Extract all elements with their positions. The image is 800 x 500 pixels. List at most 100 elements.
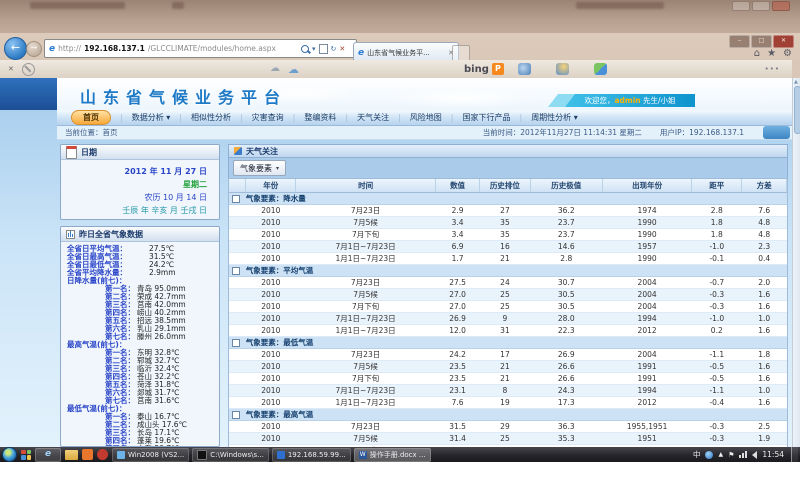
group-expand-cell[interactable]: [229, 337, 246, 349]
taskbar-button-label: C:\Windows\s...: [210, 451, 264, 459]
app-grid-icon[interactable]: [21, 450, 31, 460]
back-button[interactable]: ←: [4, 37, 27, 60]
group-row[interactable]: 气象要素：平均气温: [229, 265, 787, 277]
group-row[interactable]: 气象要素：最低气温: [229, 337, 787, 349]
show-hidden-icons[interactable]: ▲: [718, 451, 723, 458]
cell: 1994: [603, 313, 692, 325]
favorites-star-icon[interactable]: ★: [767, 48, 776, 59]
toolbar-overflow-icon[interactable]: •••: [765, 65, 780, 73]
search-dropdown-icon[interactable]: ▾: [312, 45, 316, 53]
cell: 1月1日~7月23日: [296, 253, 435, 265]
volume-icon[interactable]: [752, 451, 757, 459]
scroll-up-icon[interactable]: ▲: [794, 79, 798, 85]
cell: 2.0: [742, 277, 787, 289]
cell: 2.5: [742, 421, 787, 433]
taskbar-app-orange[interactable]: [82, 449, 93, 460]
nav-item-2[interactable]: 相似性分析: [191, 112, 231, 123]
cell: 1月1日~7月23日: [296, 325, 435, 337]
cell: 27.0: [435, 289, 480, 301]
cell: 2.9: [435, 205, 480, 217]
cell: 1.9: [742, 433, 787, 445]
forward-button[interactable]: →: [26, 41, 42, 57]
cell: -1.1: [692, 385, 742, 397]
cell: 17.3: [530, 397, 602, 409]
column-header: 时间: [296, 179, 435, 193]
taskbar-ie-button[interactable]: e: [35, 448, 61, 462]
nav-item-5[interactable]: 天气关注: [357, 112, 389, 123]
nav-item-6[interactable]: 风险地图: [410, 112, 442, 123]
address-bar[interactable]: e http://192.168.137.1/GLCCLIMATE/module…: [44, 39, 308, 58]
cell: 2010: [246, 289, 296, 301]
cell: 36.2: [530, 205, 602, 217]
taskbar-window-button[interactable]: C:\Windows\s...: [192, 448, 269, 462]
action-center-flag-icon[interactable]: ⚑: [728, 451, 734, 459]
taskbar-buttons: Win2008 (VS2... C:\Windows\s... 192.168.59…: [112, 448, 431, 462]
cell: 25: [480, 301, 530, 313]
group-row[interactable]: 气象要素：最高气温: [229, 409, 787, 421]
compatibility-view-icon[interactable]: [319, 44, 328, 54]
taskbar-window-button[interactable]: 192.168.59.99...: [272, 448, 351, 462]
show-desktop-button[interactable]: [791, 447, 798, 462]
taskbar-window-button[interactable]: Win2008 (VS2...: [112, 448, 189, 462]
nav-item-0[interactable]: 首页: [71, 110, 111, 125]
cell: 1955,1951: [603, 421, 692, 433]
column-header: 历史极值: [530, 179, 602, 193]
taskbar-app-red[interactable]: [97, 449, 108, 460]
cell: 1.6: [742, 373, 787, 385]
clock[interactable]: 11:54: [762, 450, 784, 459]
addon-close-icon[interactable]: ✕: [8, 65, 14, 73]
cell: 1.6: [742, 289, 787, 301]
start-button[interactable]: [2, 447, 17, 462]
home-icon[interactable]: ⌂: [754, 48, 760, 59]
close-button[interactable]: ✕: [773, 35, 794, 48]
cell: -0.7: [692, 277, 742, 289]
taskbar-explorer-button[interactable]: [65, 450, 78, 460]
expand-checkbox-icon[interactable]: [232, 411, 240, 419]
taskbar-window-button[interactable]: W操作手册.docx ...: [354, 448, 431, 462]
data-chart-icon: [66, 230, 75, 239]
vertical-scrollbar[interactable]: ▲: [792, 78, 800, 447]
nav-item-4[interactable]: 整编资料: [304, 112, 336, 123]
row-expand-cell: [229, 361, 246, 373]
cell: 2010: [246, 385, 296, 397]
weather-element-dropdown-button[interactable]: 气象要素 ▾: [233, 160, 286, 176]
scrollbar-thumb[interactable]: [794, 86, 800, 134]
breadcrumb: 当前位置：首页: [65, 127, 118, 138]
group-expand-cell[interactable]: [229, 193, 246, 205]
nav-item-1[interactable]: 数据分析 ▾: [132, 112, 171, 123]
bing-app-icon[interactable]: P: [492, 63, 504, 75]
cell: -0.5: [692, 361, 742, 373]
tab-title: 山东省气候业务平...: [367, 48, 430, 58]
browser-tab[interactable]: e 山东省气候业务平... ✕: [353, 42, 459, 62]
nav-separator: |: [519, 113, 522, 122]
stop-icon[interactable]: ✕: [339, 45, 345, 53]
toolbar-addon-icon[interactable]: [518, 63, 531, 75]
bing-toolbar[interactable]: bing P: [464, 63, 504, 75]
cell: -0.3: [692, 289, 742, 301]
toolbar-addon-icon[interactable]: [556, 63, 569, 75]
nav-item-3[interactable]: 灾害查询: [252, 112, 284, 123]
welcome-suffix: 先生/小姐: [641, 96, 676, 105]
expand-checkbox-icon[interactable]: [232, 339, 240, 347]
tray-app-icon[interactable]: [705, 451, 713, 459]
search-icon[interactable]: [301, 45, 309, 53]
toolbar-addon-icon[interactable]: [594, 63, 607, 75]
refresh-icon[interactable]: ↻: [331, 45, 337, 53]
ime-indicator[interactable]: 中: [693, 449, 701, 460]
nav-separator: |: [120, 113, 123, 122]
maximize-button[interactable]: □: [751, 35, 772, 48]
nav-item-7[interactable]: 国家下行产品: [462, 112, 510, 123]
tools-gear-icon[interactable]: ⚙: [783, 48, 792, 59]
expand-checkbox-icon[interactable]: [232, 267, 240, 275]
nav-item-8[interactable]: 周期性分析 ▾: [531, 112, 578, 123]
group-expand-cell[interactable]: [229, 409, 246, 421]
table-row: 20107月23日27.52430.72004-0.72.0: [229, 277, 787, 289]
network-icon[interactable]: [739, 451, 747, 458]
weather-stats: 全省日平均气温：27.5℃全省日最高气温：31.5℃全省日最低气温：24.2℃全…: [67, 245, 216, 277]
minimize-button[interactable]: ‒: [729, 35, 750, 48]
taskbar-button-label: 操作手册.docx ...: [370, 450, 426, 460]
group-expand-cell[interactable]: [229, 265, 246, 277]
user-ip-label: 用户IP：192.168.137.1: [660, 127, 744, 138]
expand-checkbox-icon[interactable]: [232, 195, 240, 203]
group-row[interactable]: 气象要素：降水量: [229, 193, 787, 205]
